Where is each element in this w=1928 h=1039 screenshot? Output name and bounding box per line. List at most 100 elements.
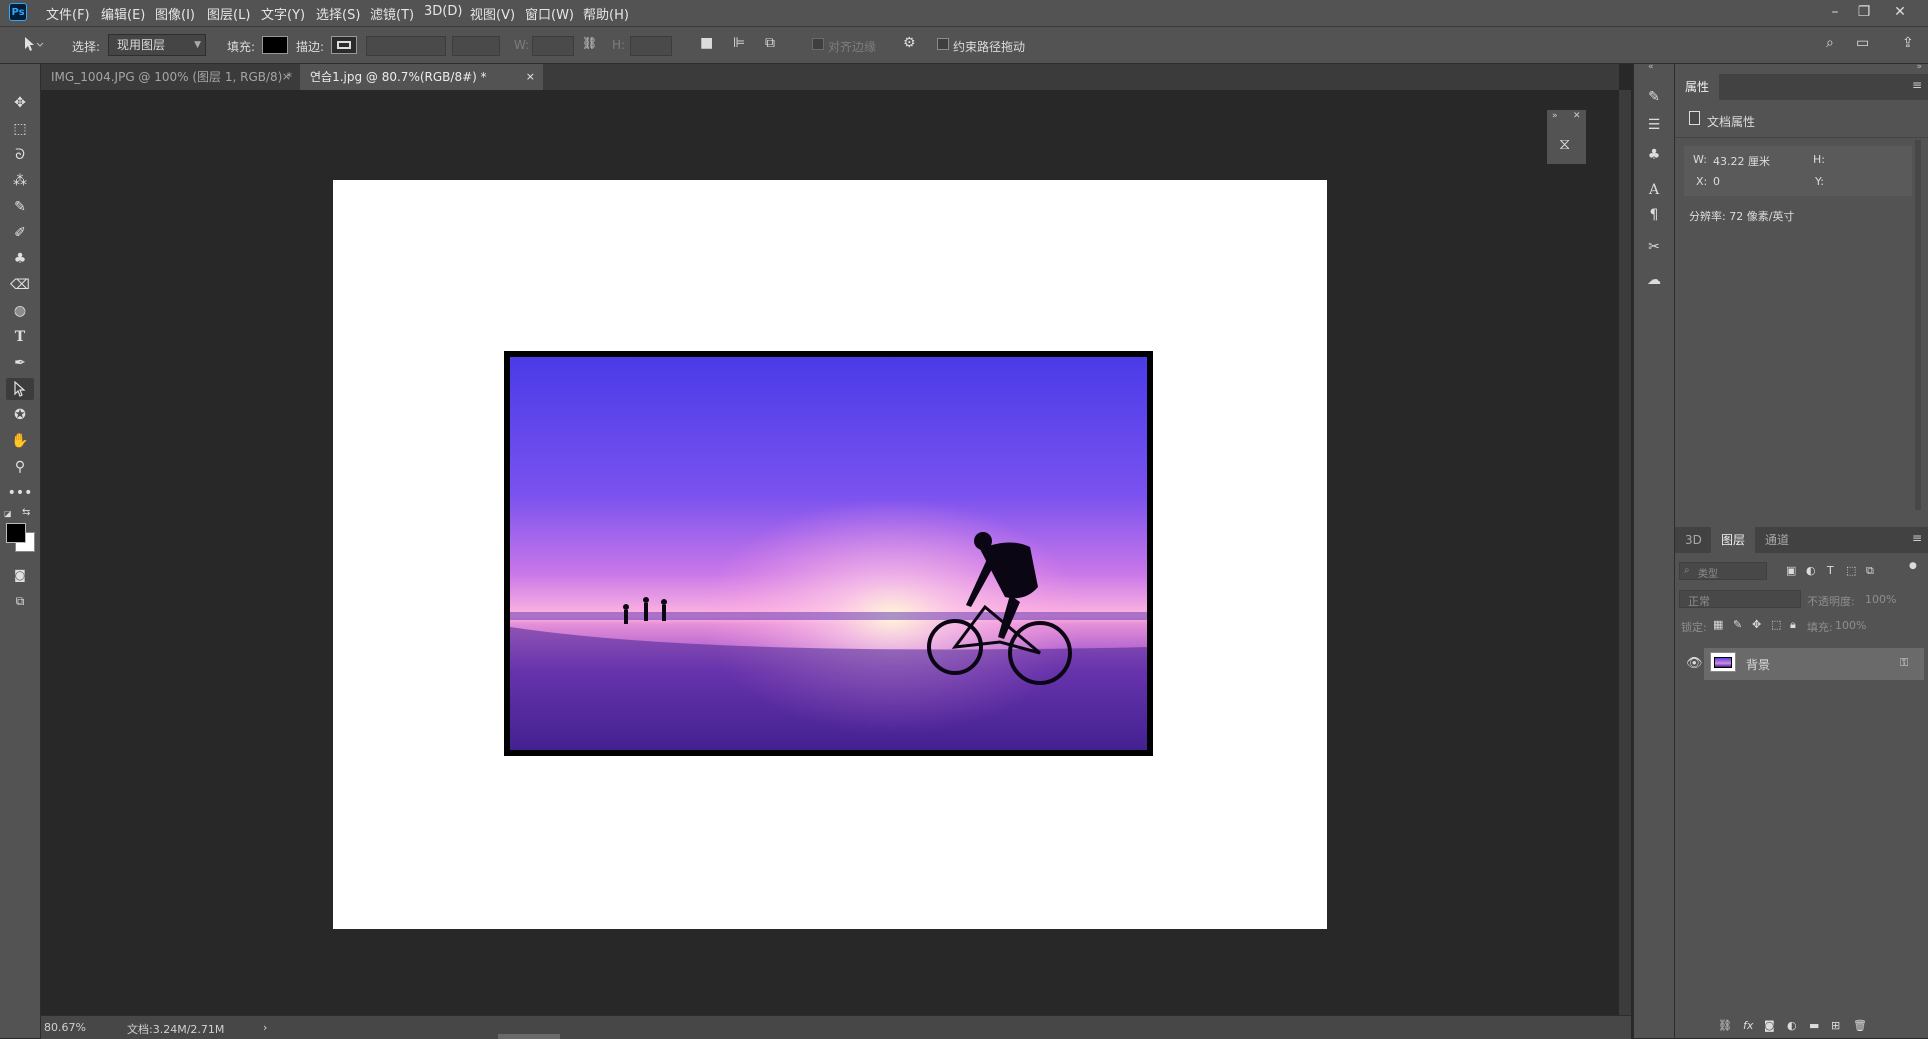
menu-window[interactable]: 窗口(W) [525, 4, 574, 23]
tab-3d[interactable]: 3D [1675, 527, 1712, 553]
screen-mode-icon[interactable]: ⧉ [6, 590, 34, 612]
quick-mask-icon[interactable]: ◙ [6, 564, 34, 586]
menu-select[interactable]: 选择(S) [316, 4, 360, 23]
width-input[interactable] [532, 36, 574, 56]
lock-transparent-icon[interactable]: ▦ [1713, 618, 1723, 631]
menu-view[interactable]: 视图(V) [470, 4, 515, 23]
lock-position-icon[interactable]: ✥ [1752, 618, 1761, 631]
expand-panel-icon[interactable]: » [1552, 111, 1558, 121]
hand-tool-icon[interactable]: ✋ [6, 430, 34, 452]
constrain-path-checkbox[interactable] [937, 38, 949, 50]
paint-bucket-tool-icon[interactable]: ◍ [6, 300, 34, 322]
menu-edit[interactable]: 编辑(E) [101, 4, 145, 23]
character-icon[interactable]: A [1642, 179, 1666, 201]
collapse-dock-icon[interactable]: « [1648, 62, 1654, 72]
gear-icon[interactable]: ⚙ [903, 35, 916, 51]
menu-file[interactable]: 文件(F) [46, 4, 90, 23]
menu-type[interactable]: 文字(Y) [261, 4, 305, 23]
share-icon[interactable]: ⇪ [1902, 35, 1914, 51]
filter-shape-icon[interactable]: ⬚ [1846, 564, 1856, 577]
zoom-level[interactable]: 80.67% [44, 1021, 86, 1034]
default-colors-icon[interactable]: ◪ [4, 509, 14, 519]
menu-filter[interactable]: 滤镜(T) [370, 4, 414, 23]
path-selection-tool-preset-icon[interactable] [22, 35, 44, 57]
horizontal-scrollbar[interactable] [498, 1034, 560, 1039]
search-icon[interactable]: ⌕ [1826, 35, 1834, 51]
panel-menu-icon[interactable]: ≡ [1912, 78, 1922, 92]
lock-artboard-icon[interactable]: ⬚ [1771, 618, 1781, 631]
vertical-scrollbar[interactable] [1619, 90, 1631, 1015]
eyedropper-tool-icon[interactable]: ✎ [6, 196, 34, 218]
clone-source-icon[interactable]: ♣ [1642, 144, 1666, 166]
fill-color-swatch[interactable] [262, 36, 288, 54]
blend-mode-dropdown[interactable]: 正常 [1679, 590, 1801, 608]
new-group-icon[interactable]: ▬ [1809, 1019, 1819, 1032]
brush-tool-icon[interactable]: ✐ [6, 222, 34, 244]
move-tool-icon[interactable]: ✥ [6, 92, 34, 114]
brush-settings-icon[interactable]: ✎ [1642, 86, 1666, 108]
minimize-button[interactable]: – [1822, 2, 1848, 22]
close-panel-icon[interactable]: ✕ [1573, 111, 1581, 121]
opacity-value[interactable]: 100% [1865, 593, 1896, 606]
lasso-tool-icon[interactable]: ᘐ [6, 144, 34, 166]
layer-row-background[interactable]: 背景 ⚿ [1704, 648, 1924, 680]
filter-smart-object-icon[interactable]: ⧉ [1866, 564, 1874, 578]
adjustments-icon[interactable]: ☰ [1642, 114, 1666, 136]
select-dropdown[interactable]: 现用图层 ▼ [108, 34, 206, 56]
tab-channels[interactable]: 通道 [1755, 527, 1799, 553]
stamp-tool-icon[interactable]: ♣ [6, 248, 34, 270]
add-mask-icon[interactable]: ◙ [1764, 1019, 1775, 1032]
stroke-type-dropdown[interactable] [452, 36, 500, 56]
restore-button[interactable]: ❐ [1851, 2, 1877, 22]
menu-image[interactable]: 图像(I) [155, 4, 195, 23]
eye-visibility-icon[interactable]: 👁︎ [1686, 656, 1703, 671]
layer-name[interactable]: 背景 [1746, 656, 1770, 673]
height-input[interactable] [630, 36, 672, 56]
close-tab-icon[interactable]: × [282, 64, 291, 90]
tab-img-1004[interactable]: IMG_1004.JPG @ 100% (图层 1, RGB/8) * × [41, 64, 299, 90]
zoom-tool-icon[interactable]: ⚲ [6, 456, 34, 478]
custom-shape-tool-icon[interactable]: ✪ [6, 404, 34, 426]
stroke-color-swatch[interactable] [331, 36, 357, 54]
path-alignment-icon[interactable]: ⊫ [733, 35, 745, 51]
status-menu-arrow[interactable]: › [263, 1021, 267, 1034]
history-icon[interactable]: ⧖ [1559, 134, 1570, 154]
tool-presets-icon[interactable]: ✂ [1642, 236, 1666, 258]
fx-icon[interactable]: fx [1743, 1019, 1753, 1032]
new-layer-icon[interactable]: ⊞ [1831, 1019, 1840, 1032]
close-tab-icon[interactable]: × [526, 64, 535, 90]
adjustment-layer-icon[interactable]: ◐ [1787, 1019, 1797, 1032]
swap-colors-icon[interactable]: ⇆ [22, 507, 30, 518]
foreground-color-swatch[interactable] [6, 523, 26, 543]
path-operations-icon[interactable]: ■ [700, 35, 713, 51]
tab-properties[interactable]: 属性 [1675, 74, 1720, 100]
lock-all-icon[interactable]: 🔒︎ [1790, 618, 1796, 632]
menu-layer[interactable]: 图层(L) [207, 4, 250, 23]
tab-practice-1[interactable]: 연습1.jpg @ 80.7%(RGB/8#) * × [300, 64, 543, 90]
path-selection-tool-icon[interactable] [6, 378, 34, 400]
marquee-tool-icon[interactable]: ⬚ [6, 118, 34, 140]
menu-help[interactable]: 帮助(H) [583, 4, 629, 23]
link-layers-icon[interactable]: ⛓ [1718, 1019, 1732, 1032]
libraries-icon[interactable]: ☁ [1642, 269, 1666, 291]
layer-filter-dropdown[interactable]: ⌕ 类型 [1679, 562, 1767, 580]
trash-icon[interactable]: 🗑︎ [1853, 1019, 1867, 1032]
filter-type-icon[interactable]: T [1827, 564, 1834, 577]
width-value[interactable]: 43.22 厘米 [1713, 153, 1770, 169]
path-arrangement-icon[interactable]: ⧉ [765, 35, 775, 51]
close-window-button[interactable]: ✕ [1887, 2, 1913, 22]
filter-toggle-icon[interactable]: ● [1909, 561, 1917, 571]
eraser-tool-icon[interactable]: ⌫ [6, 274, 34, 296]
menu-3d[interactable]: 3D(D) [424, 4, 462, 19]
layers-menu-icon[interactable]: ≡ [1912, 531, 1922, 545]
stroke-width-input[interactable] [366, 36, 446, 56]
x-value[interactable]: 0 [1713, 175, 1720, 188]
pen-tool-icon[interactable]: ✒ [6, 352, 34, 374]
fill-value[interactable]: 100% [1835, 619, 1866, 632]
lock-image-icon[interactable]: ✎ [1733, 618, 1742, 631]
magic-wand-tool-icon[interactable]: ⁂ [6, 170, 34, 192]
tab-layers[interactable]: 图层 [1711, 527, 1756, 553]
workspace-icon[interactable]: ▭ [1856, 35, 1869, 51]
more-tools-icon[interactable]: ••• [6, 482, 34, 504]
properties-scrollbar[interactable] [1915, 140, 1921, 510]
